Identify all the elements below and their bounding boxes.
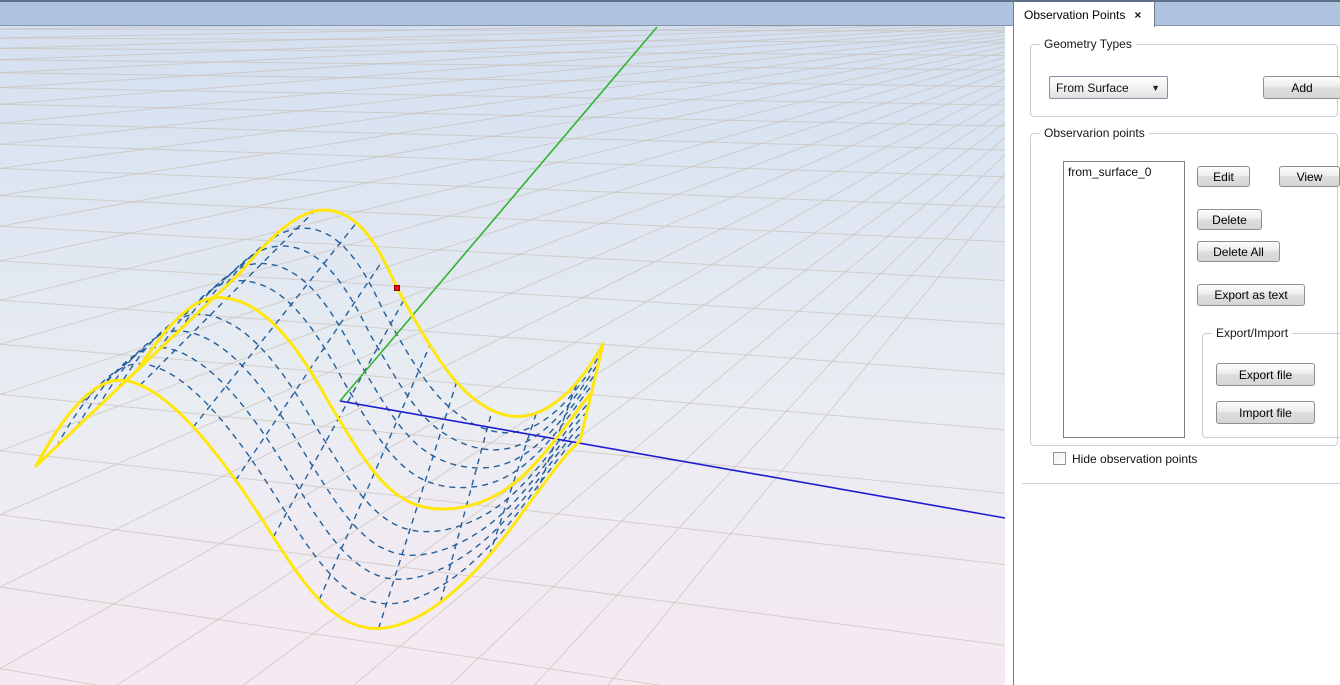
observation-points-panel: Geometry Types From Surface ▼ Add Observ… (1014, 26, 1340, 685)
list-item[interactable]: from_surface_0 (1068, 164, 1184, 180)
export-import-label: Export/Import (1212, 326, 1292, 341)
delete-button[interactable]: Delete (1197, 209, 1262, 230)
delete-all-button[interactable]: Delete All (1197, 241, 1280, 262)
scene-canvas[interactable] (0, 26, 1005, 685)
viewport-panel-gap (1005, 26, 1013, 685)
close-icon[interactable]: × (1134, 10, 1141, 20)
edit-button[interactable]: Edit (1197, 166, 1250, 187)
observation-points-group: Observarion points from_surface_0 Edit V… (1030, 133, 1338, 446)
3d-viewport[interactable] (0, 26, 1005, 685)
tab-observation-points[interactable]: Observation Points × (1014, 2, 1155, 27)
geometry-types-label: Geometry Types (1040, 37, 1136, 52)
export-import-group: Export/Import Export file Import file (1202, 333, 1340, 438)
panel-divider (1022, 483, 1340, 484)
chevron-down-icon: ▼ (1151, 83, 1160, 93)
observation-points-list[interactable]: from_surface_0 (1063, 161, 1185, 438)
export-file-button[interactable]: Export file (1216, 363, 1315, 386)
geometry-types-group: Geometry Types From Surface ▼ Add (1030, 44, 1338, 117)
hide-observation-points-checkbox[interactable] (1053, 452, 1066, 465)
tab-title: Observation Points (1024, 8, 1125, 22)
view-button[interactable]: View (1279, 166, 1340, 187)
export-as-text-button[interactable]: Export as text (1197, 284, 1305, 306)
observation-points-group-label: Observarion points (1040, 126, 1149, 141)
geometry-type-dropdown[interactable]: From Surface ▼ (1049, 76, 1168, 99)
geometry-type-dropdown-value: From Surface (1056, 81, 1129, 95)
add-button[interactable]: Add (1263, 76, 1340, 99)
import-file-button[interactable]: Import file (1216, 401, 1315, 424)
hide-observation-points-label: Hide observation points (1072, 452, 1197, 466)
observation-point-marker[interactable] (395, 286, 400, 291)
